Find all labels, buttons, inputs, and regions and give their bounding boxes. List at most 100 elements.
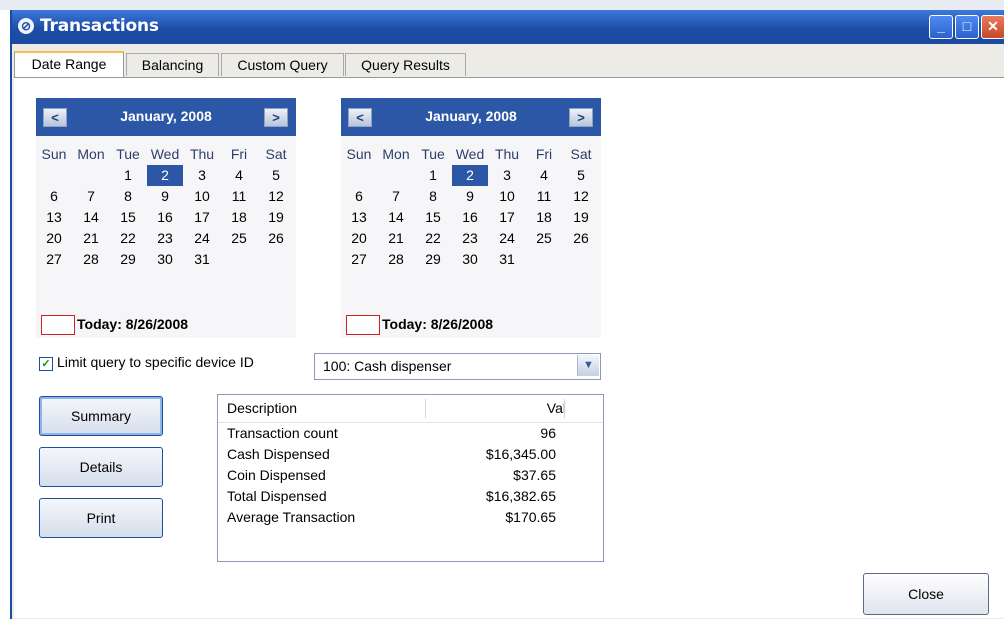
column-divider[interactable] (425, 399, 426, 418)
chevron-down-icon[interactable]: ▼ (577, 355, 599, 376)
prev-month-button[interactable]: < (43, 108, 67, 127)
calendar-day[interactable]: 24 (184, 228, 220, 249)
minimize-button[interactable]: _ (929, 15, 953, 39)
tab-query-results[interactable]: Query Results (345, 53, 466, 76)
calendar-day[interactable]: 19 (258, 207, 294, 228)
calendar-day[interactable]: 10 (489, 186, 525, 207)
calendar-day[interactable]: 22 (110, 228, 146, 249)
calendar-day[interactable]: 14 (73, 207, 109, 228)
calendar-day[interactable]: 15 (110, 207, 146, 228)
calendar-day[interactable]: 11 (221, 186, 257, 207)
calendar-day[interactable]: 20 (341, 228, 377, 249)
column-divider[interactable] (564, 399, 565, 418)
calendar-day[interactable]: 22 (415, 228, 451, 249)
today-label[interactable]: Today: 8/26/2008 (77, 316, 188, 332)
calendar-day[interactable]: 30 (452, 249, 488, 270)
calendar-day[interactable]: 5 (258, 165, 294, 186)
today-label[interactable]: Today: 8/26/2008 (382, 316, 493, 332)
calendar-day[interactable]: 24 (489, 228, 525, 249)
calendar-day[interactable]: 10 (184, 186, 220, 207)
next-month-button[interactable]: > (264, 108, 288, 127)
calendar-day[interactable]: 23 (147, 228, 183, 249)
calendar-day[interactable]: 17 (489, 207, 525, 228)
calendar-day[interactable]: 1 (110, 165, 146, 186)
calendar-day[interactable]: 31 (184, 249, 220, 270)
calendar-day[interactable]: 8 (415, 186, 451, 207)
summary-button[interactable]: Summary (39, 396, 163, 436)
calendar-day[interactable]: 27 (36, 249, 72, 270)
calendar-day[interactable]: 3 (184, 165, 220, 186)
calendar-day[interactable]: 29 (110, 249, 146, 270)
details-button[interactable]: Details (39, 447, 163, 487)
device-select[interactable]: 100: Cash dispenser ▼ (314, 353, 601, 380)
table-row[interactable]: Cash Dispensed $16,345.00 (218, 444, 603, 465)
calendar-day[interactable]: 28 (73, 249, 109, 270)
calendar-day[interactable]: 16 (147, 207, 183, 228)
calendar-day[interactable]: 13 (341, 207, 377, 228)
calendar-day-selected[interactable]: 2 (452, 165, 488, 186)
calendar-day[interactable]: 5 (563, 165, 599, 186)
calendar-day[interactable]: 13 (36, 207, 72, 228)
title-bar[interactable]: ⊘ Transactions _ □ ✕ (12, 10, 1004, 44)
calendar-day[interactable]: 28 (378, 249, 414, 270)
calendar-day[interactable]: 21 (73, 228, 109, 249)
results-list[interactable]: Description Val Transaction count 96 Cash … (217, 394, 604, 562)
calendar-day[interactable]: 12 (563, 186, 599, 207)
calendar-day-selected[interactable]: 2 (147, 165, 183, 186)
calendar-day[interactable]: 23 (452, 228, 488, 249)
calendar-day[interactable]: 25 (221, 228, 257, 249)
calendar-day[interactable]: 21 (378, 228, 414, 249)
calendar-day[interactable]: 6 (36, 186, 72, 207)
limit-device-label[interactable]: Limit query to specific device ID (57, 354, 254, 370)
calendar-day[interactable]: 16 (452, 207, 488, 228)
table-row[interactable]: Transaction count 96 (218, 423, 603, 444)
calendar-day[interactable]: 9 (147, 186, 183, 207)
print-button[interactable]: Print (39, 498, 163, 538)
calendar-day[interactable]: 18 (526, 207, 562, 228)
calendar-day[interactable]: 30 (147, 249, 183, 270)
calendar-day[interactable]: 31 (489, 249, 525, 270)
close-window-button[interactable]: ✕ (981, 15, 1004, 39)
device-select-value: 100: Cash dispenser (323, 358, 452, 374)
calendar-day[interactable]: 4 (526, 165, 562, 186)
calendar-day[interactable]: 4 (221, 165, 257, 186)
calendar-day[interactable]: 27 (341, 249, 377, 270)
table-row[interactable]: Coin Dispensed $37.65 (218, 465, 603, 486)
prev-month-button[interactable]: < (348, 108, 372, 127)
limit-device-checkbox[interactable]: ✓ (39, 357, 53, 371)
next-month-button[interactable]: > (569, 108, 593, 127)
calendar-day[interactable]: 26 (258, 228, 294, 249)
calendar-day[interactable]: 17 (184, 207, 220, 228)
table-row[interactable]: Average Transaction $170.65 (218, 507, 603, 528)
calendar-day[interactable]: 8 (110, 186, 146, 207)
table-row[interactable]: Total Dispensed $16,382.65 (218, 486, 603, 507)
calendar-day[interactable]: 20 (36, 228, 72, 249)
tab-balancing[interactable]: Balancing (126, 53, 219, 76)
calendar-day[interactable]: 9 (452, 186, 488, 207)
calendar-day[interactable]: 15 (415, 207, 451, 228)
calendar-day[interactable]: 26 (563, 228, 599, 249)
row-description: Coin Dispensed (227, 467, 326, 483)
calendar-day[interactable]: 25 (526, 228, 562, 249)
transactions-window: ⊘ Transactions _ □ ✕ Date Range Balancin… (10, 10, 1004, 619)
calendar-day[interactable]: 7 (378, 186, 414, 207)
weekday-label: Mon (77, 146, 105, 162)
calendar-day[interactable]: 29 (415, 249, 451, 270)
maximize-button[interactable]: □ (955, 15, 979, 39)
row-description: Transaction count (227, 425, 338, 441)
calendar-day[interactable]: 12 (258, 186, 294, 207)
calendar-day[interactable]: 14 (378, 207, 414, 228)
calendar-day[interactable]: 3 (489, 165, 525, 186)
calendar-day[interactable]: 11 (526, 186, 562, 207)
tab-custom-query[interactable]: Custom Query (221, 53, 344, 76)
column-header-description[interactable]: Description (227, 400, 297, 416)
row-value: $37.65 (513, 467, 556, 483)
calendar-day[interactable]: 6 (341, 186, 377, 207)
calendar-day[interactable]: 7 (73, 186, 109, 207)
calendar-day[interactable]: 19 (563, 207, 599, 228)
tab-date-range[interactable]: Date Range (14, 51, 124, 78)
calendar-day[interactable]: 1 (415, 165, 451, 186)
close-button[interactable]: Close (863, 573, 989, 615)
results-header: Description Val (218, 395, 603, 423)
calendar-day[interactable]: 18 (221, 207, 257, 228)
